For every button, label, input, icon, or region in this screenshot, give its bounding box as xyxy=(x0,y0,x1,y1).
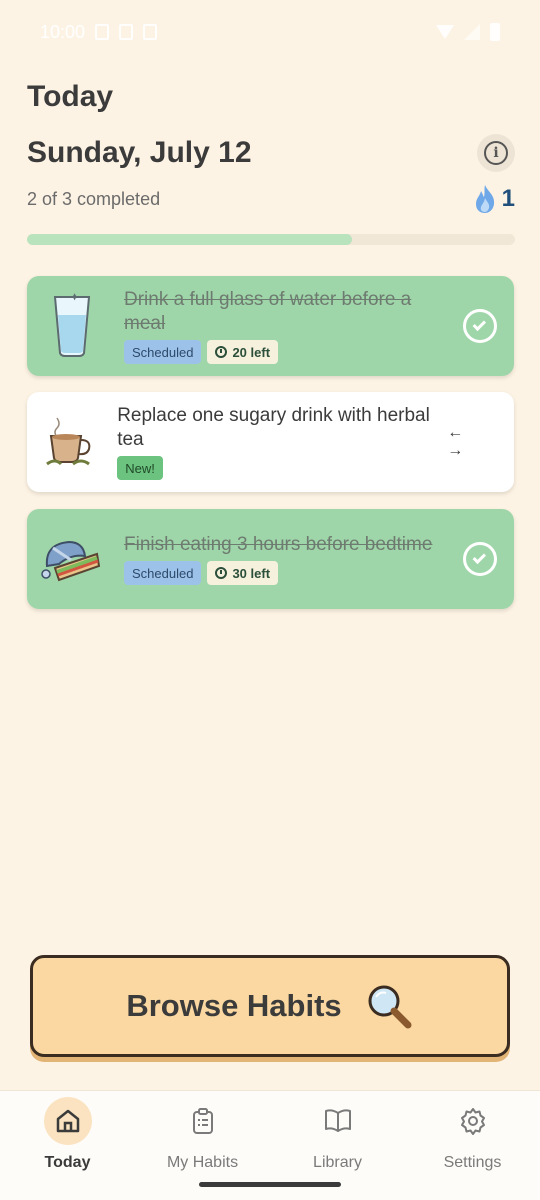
battery-icon xyxy=(490,23,500,41)
home-indicator[interactable] xyxy=(199,1182,341,1187)
habit-title: Drink a full glass of water before a mea… xyxy=(124,289,412,334)
habit-card-water[interactable]: Drink a full glass of water before a mea… xyxy=(27,276,514,376)
tea-cup-icon xyxy=(45,417,90,466)
nav-icon-wrap xyxy=(449,1097,497,1145)
status-left: 10:00 xyxy=(40,21,158,43)
browse-habits-label: Browse Habits xyxy=(126,988,342,1023)
date-row: Sunday, July 12 i xyxy=(27,134,515,172)
gear-icon xyxy=(460,1108,485,1135)
habit-card-bedtime[interactable]: Finish eating 3 hours before bedtime Sch… xyxy=(27,509,514,609)
magnifier-icon xyxy=(368,985,412,1029)
habit-illustration xyxy=(27,392,110,492)
scheduled-badge: Scheduled xyxy=(124,340,202,364)
date-title: Sunday, July 12 xyxy=(27,136,252,169)
habit-card-tea[interactable]: Replace one sugary drink with herbal tea… xyxy=(27,392,514,492)
scheduled-badge: Scheduled xyxy=(124,561,202,585)
page-title: Today xyxy=(27,80,114,113)
check-icon xyxy=(472,317,487,331)
habit-body: Finish eating 3 hours before bedtime Sch… xyxy=(117,533,463,585)
info-button[interactable]: i xyxy=(477,134,515,172)
habit-body: Replace one sugary drink with herbal tea… xyxy=(110,404,447,480)
nav-label: Library xyxy=(313,1154,362,1171)
streak-count: 1 xyxy=(501,185,515,212)
dnd-icon xyxy=(95,24,110,40)
habit-body: Drink a full glass of water before a mea… xyxy=(117,288,463,364)
sleeping-sandwich-icon xyxy=(41,540,101,582)
habit-tags: Scheduled 20 left xyxy=(124,340,463,364)
habit-tags: Scheduled 30 left xyxy=(124,561,463,585)
nav-settings[interactable]: Settings xyxy=(405,1091,540,1200)
today-header: Today Sunday, July 12 i 2 of 3 completed… xyxy=(27,80,515,213)
nav-today[interactable]: Today xyxy=(0,1091,135,1200)
home-icon xyxy=(56,1109,79,1133)
nav-label: Today xyxy=(44,1154,91,1171)
new-badge: New! xyxy=(117,456,163,480)
browse-habits-button[interactable]: Browse Habits xyxy=(30,955,510,1057)
streak-counter[interactable]: 1 xyxy=(474,184,515,214)
notification-icon xyxy=(119,24,134,40)
habit-illustration xyxy=(27,509,117,609)
nav-icon-wrap xyxy=(43,1097,92,1145)
water-glass-icon xyxy=(53,293,91,357)
nav-label: Settings xyxy=(443,1154,502,1171)
progress-bar xyxy=(27,234,515,245)
time-left-badge: 30 left xyxy=(207,561,279,585)
swipe-arrows-icon: ← → xyxy=(447,424,468,459)
habit-title: Replace one sugary drink with herbal tea xyxy=(117,405,430,450)
progress-text: 2 of 3 completed xyxy=(27,188,161,209)
clock-icon xyxy=(215,567,228,579)
nav-icon-wrap xyxy=(314,1097,362,1145)
habit-title: Finish eating 3 hours before bedtime xyxy=(124,534,433,555)
time-left-text: 20 left xyxy=(232,344,271,360)
info-icon: i xyxy=(484,141,508,165)
flame-icon xyxy=(475,185,494,213)
check-icon xyxy=(472,550,487,564)
signal-icon xyxy=(464,24,480,40)
completed-check-button[interactable] xyxy=(463,542,497,576)
habit-tags: New! xyxy=(117,456,447,480)
book-icon xyxy=(324,1109,351,1132)
clock-icon xyxy=(215,346,228,358)
app-notification-icon xyxy=(143,24,158,40)
completed-check-button[interactable] xyxy=(463,309,497,343)
wifi-icon xyxy=(436,25,454,39)
clipboard-icon xyxy=(192,1108,213,1134)
time-left-text: 30 left xyxy=(232,565,271,581)
progress-fill xyxy=(27,234,353,245)
nav-icon-wrap xyxy=(179,1097,227,1145)
habit-illustration xyxy=(27,276,117,376)
status-time: 10:00 xyxy=(40,21,86,42)
time-left-badge: 20 left xyxy=(207,340,279,364)
nav-label: My Habits xyxy=(166,1154,239,1171)
progress-row: 2 of 3 completed 1 xyxy=(27,184,515,214)
status-right xyxy=(436,23,500,41)
status-bar: 10:00 xyxy=(0,0,540,64)
